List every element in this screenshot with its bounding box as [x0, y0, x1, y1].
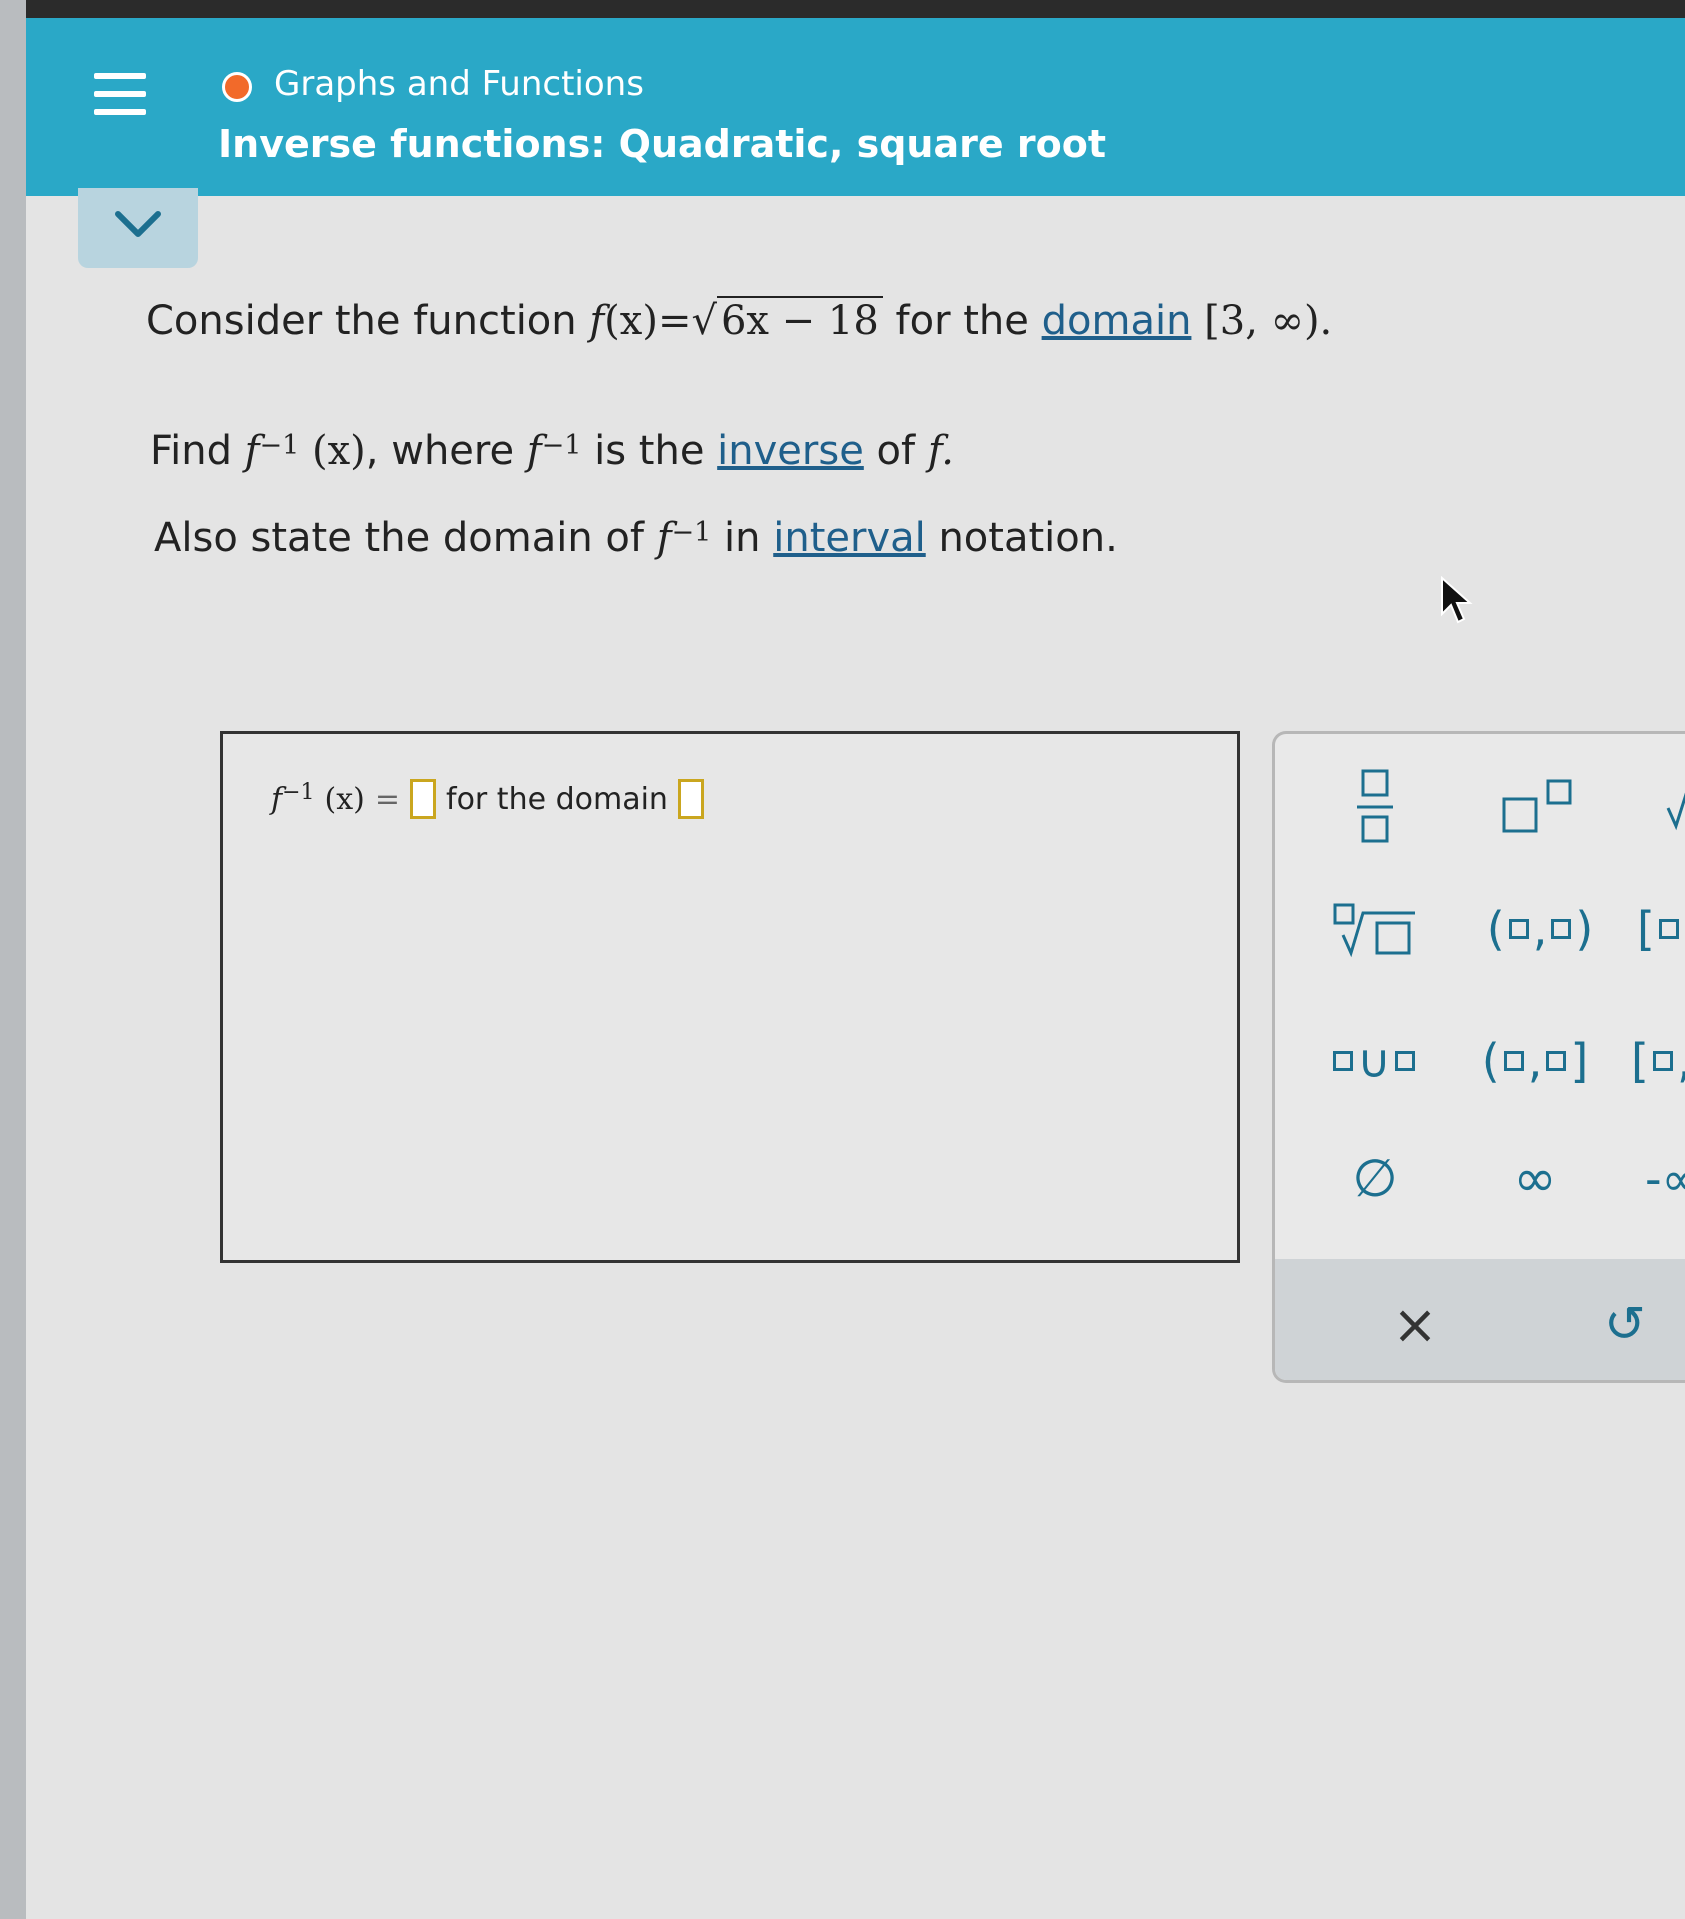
answer-arg: (x) — [324, 781, 365, 817]
close-icon: × — [1392, 1292, 1438, 1356]
chevron-down-icon — [115, 211, 161, 237]
f-symbol: f. — [927, 428, 954, 474]
inverse-arg: (x) — [312, 428, 366, 474]
answer-box: f−1 (x) = for the domain — [220, 731, 1240, 1263]
question-mid: for the — [895, 298, 1029, 344]
clear-button[interactable]: × — [1365, 1279, 1465, 1369]
answer-mid-text: for the domain — [446, 781, 668, 817]
answer-f: f — [271, 781, 283, 817]
inverse-f: f — [244, 428, 260, 474]
comma: , — [1527, 1034, 1543, 1088]
radicand: 6x − 18 — [716, 296, 883, 344]
negative-infinity-button[interactable]: -∞ — [1645, 1134, 1685, 1224]
closed-open-interval-button[interactable]: [ — [1637, 884, 1685, 974]
interval-link[interactable]: interval — [773, 515, 926, 561]
header-bar: Graphs and Functions Inverse functions: … — [26, 18, 1685, 196]
open-interval-button[interactable]: (,) — [1470, 884, 1610, 974]
undo-button[interactable]: ↺ — [1575, 1279, 1675, 1369]
top-strip — [26, 0, 1685, 18]
also-text: Also state the domain of — [154, 515, 644, 561]
keypad-action-bar: × ↺ — [1275, 1259, 1685, 1380]
in-text: in — [724, 515, 761, 561]
negative-infinity-icon: -∞ — [1645, 1152, 1685, 1206]
is-the-text: is the — [594, 428, 705, 474]
fraction-icon — [1357, 769, 1393, 843]
where-text: , where — [365, 428, 515, 474]
inverse-f-2: f — [526, 428, 542, 474]
breadcrumb: Graphs and Functions — [274, 64, 644, 104]
nth-root-button[interactable] — [1319, 884, 1429, 974]
math-keypad: (,) [ ∪ (,] [, ∅ ∞ -∞ × ↺ — [1272, 731, 1685, 1383]
given-domain: [3, ∞). — [1204, 298, 1333, 344]
union-button[interactable]: ∪ — [1309, 1016, 1439, 1106]
function-name: f — [589, 298, 605, 344]
equals-sign: = — [657, 298, 692, 344]
collapse-button[interactable] — [78, 188, 198, 268]
find-text: Find — [150, 428, 232, 474]
empty-set-button[interactable]: ∅ — [1325, 1134, 1425, 1224]
inverse-exponent: −1 — [259, 430, 300, 461]
infinity-button[interactable]: ∞ — [1485, 1134, 1585, 1224]
sqrt-icon: √ — [691, 298, 717, 344]
inverse-link[interactable]: inverse — [717, 428, 864, 474]
progress-status-icon — [222, 72, 252, 102]
sqrt-button[interactable] — [1659, 762, 1685, 852]
halfopen-left-paren: ( — [1481, 1034, 1500, 1088]
closed-interval-button[interactable]: [, — [1631, 1016, 1685, 1106]
open-left-paren: ( — [1486, 902, 1505, 956]
exponent-icon — [1502, 779, 1572, 833]
union-symbol: ∪ — [1357, 1034, 1391, 1088]
undo-icon: ↺ — [1604, 1295, 1646, 1353]
inverse-function-input[interactable] — [410, 779, 437, 819]
question-line-1: Consider the function f(x)=√ 6x − 18 for … — [146, 296, 1333, 344]
page-title: Inverse functions: Quadratic, square roo… — [218, 122, 1106, 166]
domain-link[interactable]: domain — [1042, 298, 1192, 344]
inverse-exponent-2: −1 — [541, 430, 582, 461]
comma: , — [1532, 902, 1548, 956]
fraction-button[interactable] — [1335, 762, 1415, 852]
half-open-interval-button[interactable]: (,] — [1465, 1016, 1605, 1106]
question-line-2: Find f−1 (x), where f−1 is the inverse o… — [150, 428, 954, 474]
open-right-paren: ) — [1575, 902, 1594, 956]
screen: Graphs and Functions Inverse functions: … — [26, 0, 1685, 1919]
closed-left-bracket: [ — [1637, 902, 1655, 956]
of-text: of — [876, 428, 916, 474]
mouse-pointer-icon — [1441, 576, 1473, 624]
answer-exponent: −1 — [282, 779, 315, 805]
inverse-f-3: f — [656, 515, 672, 561]
question-line-3: Also state the domain of f−1 in interval… — [154, 515, 1118, 561]
nth-root-icon — [1333, 903, 1415, 958]
empty-set-icon: ∅ — [1352, 1149, 1398, 1209]
comma: , — [1677, 1034, 1685, 1088]
function-arg: (x) — [604, 298, 658, 344]
sqrt-button-icon — [1666, 792, 1685, 831]
device-bezel — [0, 0, 26, 1919]
question-prefix: Consider the function — [146, 298, 577, 344]
domain-input[interactable] — [677, 779, 704, 819]
infinity-icon: ∞ — [1513, 1149, 1557, 1209]
answer-line: f−1 (x) = for the domain — [271, 779, 704, 819]
closed-left-bracket-2: [ — [1631, 1034, 1649, 1088]
exponent-button[interactable] — [1493, 762, 1583, 852]
menu-icon[interactable] — [86, 63, 156, 133]
answer-equals: = — [374, 781, 401, 817]
inverse-exponent-3: −1 — [671, 517, 712, 548]
notation-text: notation. — [938, 515, 1118, 561]
halfopen-right-bracket: ] — [1570, 1034, 1589, 1088]
